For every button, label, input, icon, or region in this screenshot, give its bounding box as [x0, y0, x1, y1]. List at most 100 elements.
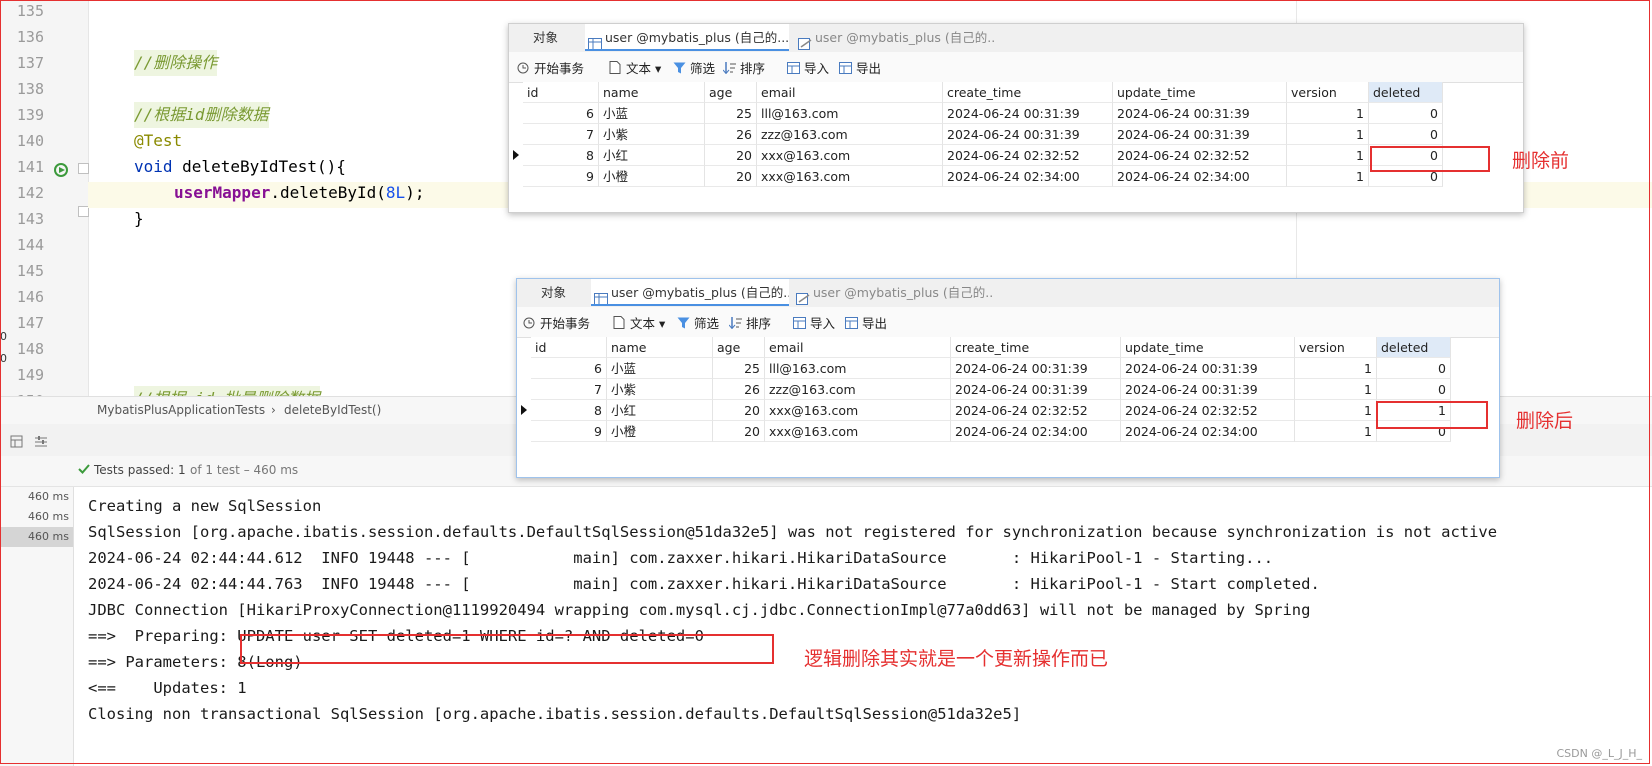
text-mode-button[interactable]: 文本 ▾: [613, 313, 665, 332]
cell-create-time[interactable]: 2024-06-24 00:31:39: [951, 379, 1121, 400]
column-header-version[interactable]: version: [1287, 82, 1369, 103]
cell-version[interactable]: 1: [1295, 421, 1377, 442]
cell-name[interactable]: 小橙: [607, 421, 713, 442]
cell-name[interactable]: 小红: [607, 400, 713, 421]
cell-update-time[interactable]: 2024-06-24 00:31:39: [1113, 103, 1287, 124]
cell-update-time[interactable]: 2024-06-24 00:31:39: [1113, 124, 1287, 145]
cell-create-time[interactable]: 2024-06-24 00:31:39: [951, 358, 1121, 379]
column-header-id[interactable]: id: [531, 337, 607, 358]
cell-id[interactable]: 8: [523, 145, 599, 166]
cell-version[interactable]: 1: [1287, 124, 1369, 145]
console-output[interactable]: 460 ms 460 ms 460 ms Creating a new SqlS…: [0, 487, 1652, 766]
column-header-update-time[interactable]: update_time: [1121, 337, 1295, 358]
column-header-version[interactable]: version: [1295, 337, 1377, 358]
column-header-email[interactable]: email: [765, 337, 951, 358]
tab-objects[interactable]: 对象: [533, 24, 581, 52]
tab-objects[interactable]: 对象: [541, 279, 589, 307]
cell-id[interactable]: 9: [523, 166, 599, 187]
column-header-create-time[interactable]: create_time: [951, 337, 1121, 358]
run-gutter-icon[interactable]: [54, 162, 70, 178]
cell-version[interactable]: 1: [1287, 145, 1369, 166]
cell-version[interactable]: 1: [1295, 400, 1377, 421]
cell-age[interactable]: 25: [705, 103, 757, 124]
column-header-age[interactable]: age: [713, 337, 765, 358]
test-timing[interactable]: 460 ms: [0, 507, 73, 527]
cell-email[interactable]: xxx@163.com: [765, 421, 951, 442]
cell-deleted[interactable]: 0: [1377, 379, 1451, 400]
cell-id[interactable]: 6: [531, 358, 607, 379]
tab-user-table-active[interactable]: user @mybatis_plus (自己的...: [591, 279, 789, 306]
filter-button[interactable]: 筛选: [677, 313, 719, 332]
cell-age[interactable]: 26: [713, 379, 765, 400]
test-timing-selected[interactable]: 460 ms: [0, 527, 73, 547]
cell-age[interactable]: 25: [713, 358, 765, 379]
cell-email[interactable]: xxx@163.com: [765, 400, 951, 421]
cell-create-time[interactable]: 2024-06-24 02:34:00: [951, 421, 1121, 442]
cell-age[interactable]: 20: [713, 421, 765, 442]
cell-id[interactable]: 6: [523, 103, 599, 124]
cell-create-time[interactable]: 2024-06-24 00:31:39: [943, 103, 1113, 124]
cell-deleted[interactable]: 0: [1369, 103, 1443, 124]
cell-id[interactable]: 7: [523, 124, 599, 145]
column-header-email[interactable]: email: [757, 82, 943, 103]
cell-email[interactable]: zzz@163.com: [765, 379, 951, 400]
cell-age[interactable]: 20: [705, 166, 757, 187]
tree-view-icon[interactable]: [10, 433, 23, 452]
export-button[interactable]: 导出: [845, 313, 887, 332]
cell-email[interactable]: xxx@163.com: [757, 145, 943, 166]
cell-name[interactable]: 小蓝: [607, 358, 713, 379]
cell-name[interactable]: 小紫: [599, 124, 705, 145]
cell-email[interactable]: xxx@163.com: [757, 166, 943, 187]
cell-update-time[interactable]: 2024-06-24 00:31:39: [1121, 358, 1295, 379]
cell-id[interactable]: 7: [531, 379, 607, 400]
export-button[interactable]: 导出: [839, 58, 881, 77]
cell-name[interactable]: 小蓝: [599, 103, 705, 124]
tab-user-table[interactable]: user @mybatis_plus (自己的...: [795, 24, 995, 52]
test-timing[interactable]: 460 ms: [0, 487, 73, 507]
column-header-id[interactable]: id: [523, 82, 599, 103]
cell-age[interactable]: 20: [713, 400, 765, 421]
cell-create-time[interactable]: 2024-06-24 02:34:00: [943, 166, 1113, 187]
cell-name[interactable]: 小红: [599, 145, 705, 166]
tab-user-table-active[interactable]: user @mybatis_plus (自己的...: [585, 24, 789, 51]
column-header-deleted[interactable]: deleted: [1369, 82, 1443, 103]
column-header-name[interactable]: name: [599, 82, 705, 103]
cell-name[interactable]: 小橙: [599, 166, 705, 187]
breadcrumb-method[interactable]: deleteByIdTest(): [284, 403, 381, 417]
cell-age[interactable]: 26: [705, 124, 757, 145]
cell-email[interactable]: zzz@163.com: [757, 124, 943, 145]
cell-version[interactable]: 1: [1287, 103, 1369, 124]
sort-button[interactable]: 排序: [728, 313, 771, 332]
column-header-age[interactable]: age: [705, 82, 757, 103]
cell-id[interactable]: 8: [531, 400, 607, 421]
settings-icon[interactable]: [34, 433, 48, 452]
filter-button[interactable]: 筛选: [673, 58, 715, 77]
column-header-name[interactable]: name: [607, 337, 713, 358]
begin-transaction-button[interactable]: 开始事务: [517, 58, 584, 77]
import-button[interactable]: 导入: [793, 313, 835, 332]
cell-version[interactable]: 1: [1287, 166, 1369, 187]
cell-email[interactable]: lll@163.com: [757, 103, 943, 124]
cell-create-time[interactable]: 2024-06-24 02:32:52: [943, 145, 1113, 166]
cell-deleted[interactable]: 0: [1377, 358, 1451, 379]
text-mode-button[interactable]: 文本 ▾: [609, 58, 661, 77]
sort-button[interactable]: 排序: [722, 58, 765, 77]
cell-age[interactable]: 20: [705, 145, 757, 166]
column-header-update-time[interactable]: update_time: [1113, 82, 1287, 103]
cell-update-time[interactable]: 2024-06-24 02:34:00: [1121, 421, 1295, 442]
cell-update-time[interactable]: 2024-06-24 02:32:52: [1121, 400, 1295, 421]
cell-create-time[interactable]: 2024-06-24 02:32:52: [951, 400, 1121, 421]
begin-transaction-button[interactable]: 开始事务: [523, 313, 590, 332]
cell-update-time[interactable]: 2024-06-24 02:32:52: [1113, 145, 1287, 166]
fold-marker-icon[interactable]: [78, 163, 89, 174]
breadcrumb-class[interactable]: MybatisPlusApplicationTests: [97, 403, 265, 417]
cell-version[interactable]: 1: [1295, 379, 1377, 400]
column-header-deleted[interactable]: deleted: [1377, 337, 1451, 358]
cell-update-time[interactable]: 2024-06-24 00:31:39: [1121, 379, 1295, 400]
cell-version[interactable]: 1: [1295, 358, 1377, 379]
column-header-create-time[interactable]: create_time: [943, 82, 1113, 103]
tab-user-table[interactable]: user @mybatis_plus (自己的...: [793, 279, 993, 307]
cell-update-time[interactable]: 2024-06-24 02:34:00: [1113, 166, 1287, 187]
import-button[interactable]: 导入: [787, 58, 829, 77]
cell-name[interactable]: 小紫: [607, 379, 713, 400]
